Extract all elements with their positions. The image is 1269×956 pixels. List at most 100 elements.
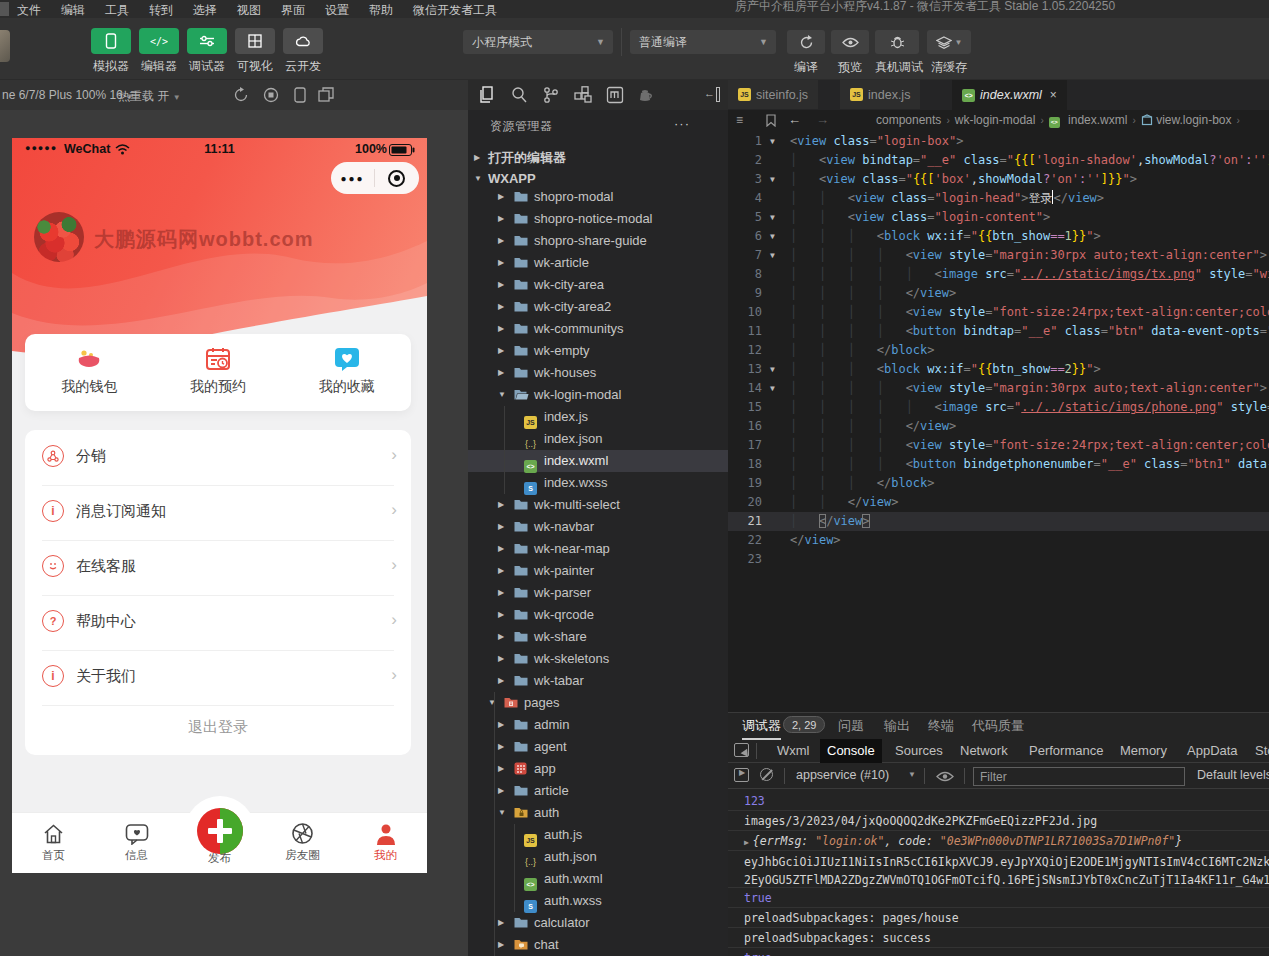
code-line-21[interactable]: 21│ </view> <box>728 512 1269 531</box>
devtools-tab-Wxml[interactable]: Wxml <box>770 739 817 763</box>
tree-item-auth.json[interactable]: {..}auth.json <box>468 846 728 868</box>
toolbar-button-编辑器[interactable]: </>编辑器 <box>139 28 179 75</box>
tree-item-article[interactable]: ▶article <box>468 780 728 802</box>
code-line-9[interactable]: 9│ │ │ │ </view> <box>728 284 1269 303</box>
tab-我的[interactable]: 我的 <box>344 821 427 863</box>
git-branch-icon[interactable] <box>542 86 560 104</box>
code-line-6[interactable]: 6▼│ │ │ <block wx:if="{{btn_show==1}}"> <box>728 227 1269 246</box>
tree-item-wk-communitys[interactable]: ▶wk-communitys <box>468 318 728 340</box>
outline-icon[interactable]: ≡ <box>736 113 743 127</box>
code-line-7[interactable]: 7▼│ │ │ │ <view style="margin:30rpx auto… <box>728 246 1269 265</box>
debug-tab-终端[interactable]: 终端 <box>928 717 954 735</box>
tree-item-wk-login-modal[interactable]: ▼wk-login-modal <box>468 384 728 406</box>
search-icon[interactable] <box>510 86 528 104</box>
devtools-tab-Performance[interactable]: Performance <box>1022 739 1110 763</box>
tree-item-shopro-notice-modal[interactable]: ▶shopro-notice-modal <box>468 208 728 230</box>
context-select[interactable]: appservice (#10) <box>796 768 889 782</box>
list-item-消息订阅通知[interactable]: i消息订阅通知› <box>25 485 411 540</box>
tree-item-wk-skeletons[interactable]: ▶wk-skeletons <box>468 648 728 670</box>
user-photo[interactable] <box>34 212 84 262</box>
tree-item-wk-multi-select[interactable]: ▶wk-multi-select <box>468 494 728 516</box>
code-line-19[interactable]: 19│ │ │ </block> <box>728 474 1269 493</box>
crumb-components[interactable]: components <box>876 113 941 127</box>
debug-tab-问题[interactable]: 问题 <box>838 717 864 735</box>
inspect-icon[interactable] <box>734 743 749 757</box>
tree-item-wk-houses[interactable]: ▶wk-houses <box>468 362 728 384</box>
tree-item-calculator[interactable]: ▶calculator <box>468 912 728 934</box>
tree-item-index.js[interactable]: JSindex.js <box>468 406 728 428</box>
filter-input[interactable]: Filter <box>973 767 1185 786</box>
code-line-4[interactable]: 4│ │ <view class="login-head">登录</view> <box>728 189 1269 208</box>
user-avatar[interactable] <box>0 30 10 62</box>
bookmark-icon[interactable] <box>766 114 776 127</box>
eye-icon[interactable] <box>936 771 954 782</box>
debug-tab-调试器[interactable]: 调试器 <box>742 717 781 740</box>
tree-item-wk-parser[interactable]: ▶wk-parser <box>468 582 728 604</box>
crumb-wk-login-modal[interactable]: wk-login-modal <box>955 113 1036 127</box>
code-line-5[interactable]: 5▼│ │ <view class="login-content"> <box>728 208 1269 227</box>
rotate-icon[interactable] <box>233 87 249 103</box>
tree-item-auth.wxml[interactable]: <>auth.wxml <box>468 868 728 890</box>
forward-icon[interactable]: → <box>816 112 829 127</box>
tree-item-index.wxml[interactable]: <>index.wxml <box>468 450 728 472</box>
code-line-16[interactable]: 16│ │ │ │ </view> <box>728 417 1269 436</box>
code-line-22[interactable]: 22</view> <box>728 531 1269 550</box>
code-line-23[interactable]: 23 <box>728 550 1269 569</box>
tree-item-wk-empty[interactable]: ▶wk-empty <box>468 340 728 362</box>
menu-我的钱包[interactable]: 我的钱包 <box>25 334 154 411</box>
tab-首页[interactable]: 首页 <box>12 821 95 863</box>
tree-item-shopro-share-guide[interactable]: ▶shopro-share-guide <box>468 230 728 252</box>
code-line-13[interactable]: 13▼│ │ │ <block wx:if="{{btn_show==2}}"> <box>728 360 1269 379</box>
tree-item-wk-navbar[interactable]: ▶wk-navbar <box>468 516 728 538</box>
sidebar-toggle-icon[interactable]: ▶ <box>734 768 749 782</box>
fold-icon[interactable]: ▼ <box>770 246 775 265</box>
mode-select[interactable]: 小程序模式▼ <box>463 30 613 54</box>
action-真机调试[interactable]: 真机调试 <box>875 30 919 76</box>
code-line-2[interactable]: 2│ <view bindtap="__e" class="{{['login-… <box>728 151 1269 170</box>
devtools-tab-Storage[interactable]: Storage <box>1248 739 1269 763</box>
devtools-tab-Memory[interactable]: Memory <box>1113 739 1174 763</box>
fold-icon[interactable]: ▼ <box>770 227 775 246</box>
stop-icon[interactable] <box>263 87 279 103</box>
tree-item-chat[interactable]: ▶chat <box>468 934 728 956</box>
more-actions-icon[interactable]: ··· <box>674 116 690 131</box>
npm-icon[interactable] <box>606 86 624 104</box>
action-预览[interactable]: 预览 <box>831 30 869 76</box>
toolbar-button-云开发[interactable]: 云开发 <box>283 28 323 75</box>
tab-index.wxml[interactable]: <>index.wxml× <box>952 80 1068 110</box>
tab-房友圈[interactable]: 房友圈 <box>261 821 344 863</box>
back-icon[interactable]: ← <box>788 112 801 127</box>
code-line-14[interactable]: 14▼│ │ │ │ <view style="margin:30rpx aut… <box>728 379 1269 398</box>
code-line-11[interactable]: 11│ │ │ │ <button bindtap="__e" class="b… <box>728 322 1269 341</box>
code-line-15[interactable]: 15│ │ │ │ │ <image src="../../static/img… <box>728 398 1269 417</box>
action-清缓存[interactable]: ▼清缓存 <box>927 30 971 76</box>
tree-item-index.json[interactable]: {..}index.json <box>468 428 728 450</box>
crumb-view.login-box[interactable]: view.login-box <box>1141 113 1232 127</box>
compile-select[interactable]: 普通编译▼ <box>630 30 776 54</box>
crumb-index.wxml[interactable]: <> index.wxml <box>1049 113 1128 127</box>
clear-console-icon[interactable] <box>760 768 773 781</box>
tree-item-admin[interactable]: ▶admin <box>468 714 728 736</box>
code-line-1[interactable]: 1▼<view class="login-box"> <box>728 132 1269 151</box>
toolbar-button-模拟器[interactable]: 模拟器 <box>91 28 131 75</box>
phone-rotate-icon[interactable] <box>293 87 307 103</box>
tree-item-wk-painter[interactable]: ▶wk-painter <box>468 560 728 582</box>
files-icon[interactable] <box>478 86 496 104</box>
tab-siteinfo.js[interactable]: JSsiteinfo.js <box>728 80 819 109</box>
toolbar-button-调试器[interactable]: 调试器 <box>187 28 227 75</box>
section-打开的编辑器[interactable]: ▶打开的编辑器 <box>468 147 728 169</box>
code-line-17[interactable]: 17│ │ │ │ <view style="font-size:24rpx;t… <box>728 436 1269 455</box>
list-item-关于我们[interactable]: i关于我们› <box>25 650 411 705</box>
tree-item-auth.js[interactable]: JSauth.js <box>468 824 728 846</box>
tree-item-auth[interactable]: ▼auth <box>468 802 728 824</box>
tab-信息[interactable]: 信息 <box>95 821 178 863</box>
devtools-tab-Network[interactable]: Network <box>953 739 1015 763</box>
close-tab-icon[interactable]: × <box>1050 88 1057 102</box>
code-line-10[interactable]: 10│ │ │ │ <view style="font-size:24rpx;t… <box>728 303 1269 322</box>
hot-reload-toggle[interactable]: 热重载 开 ▼ <box>118 88 181 105</box>
code-line-3[interactable]: 3▼│ <view class="{{['box',showModal?'on'… <box>728 170 1269 189</box>
log-levels-select[interactable]: Default levels <box>1197 768 1269 782</box>
tree-item-auth.wxss[interactable]: Sauth.wxss <box>468 890 728 912</box>
tree-item-wk-city-area[interactable]: ▶wk-city-area <box>468 274 728 296</box>
menu-我的收藏[interactable]: 我的收藏 <box>282 334 411 411</box>
